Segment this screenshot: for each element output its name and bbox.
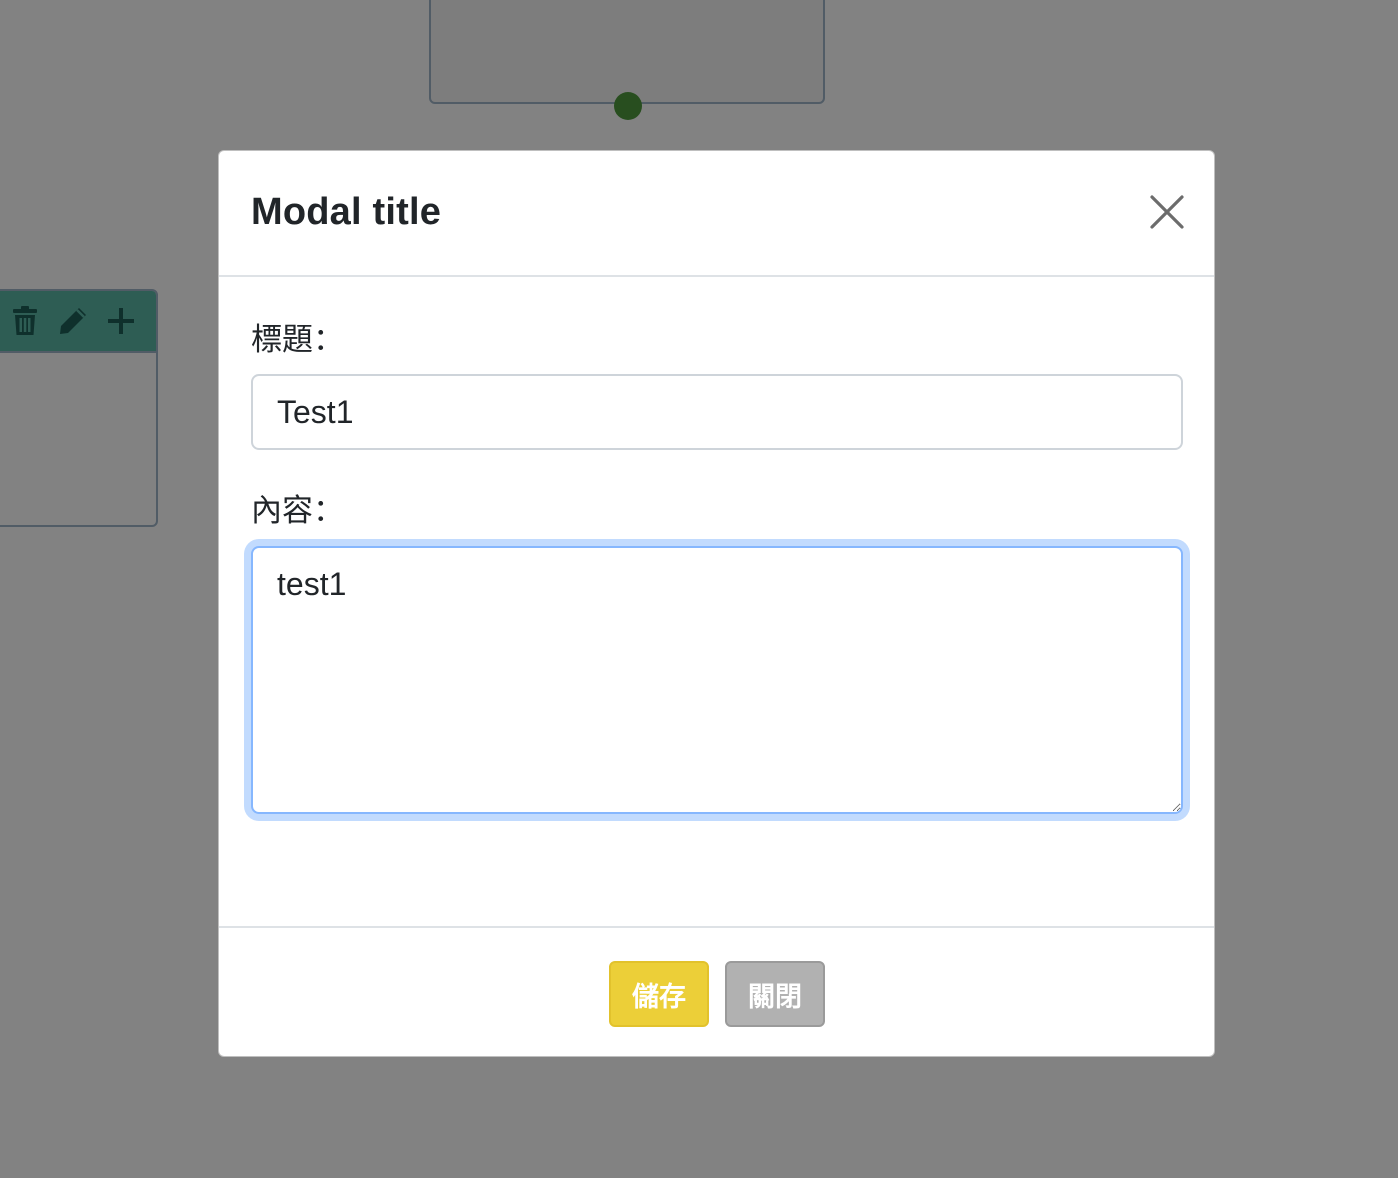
content-textarea[interactable]: test1	[251, 546, 1183, 814]
title-label: 標題：	[251, 322, 344, 357]
modal-header: Modal title	[219, 151, 1214, 277]
content-label: 內容：	[251, 493, 344, 528]
title-input[interactable]	[251, 374, 1183, 450]
save-button[interactable]: 儲存	[609, 961, 709, 1027]
modal-footer: 儲存 關閉	[219, 926, 1214, 1056]
edit-modal: Modal title 標題： 內容： test1 儲存 關閉	[218, 150, 1215, 1057]
dismiss-button[interactable]: 關閉	[725, 961, 825, 1027]
modal-title: Modal title	[251, 191, 442, 233]
close-button[interactable]	[1139, 185, 1195, 241]
close-icon	[1149, 194, 1185, 233]
